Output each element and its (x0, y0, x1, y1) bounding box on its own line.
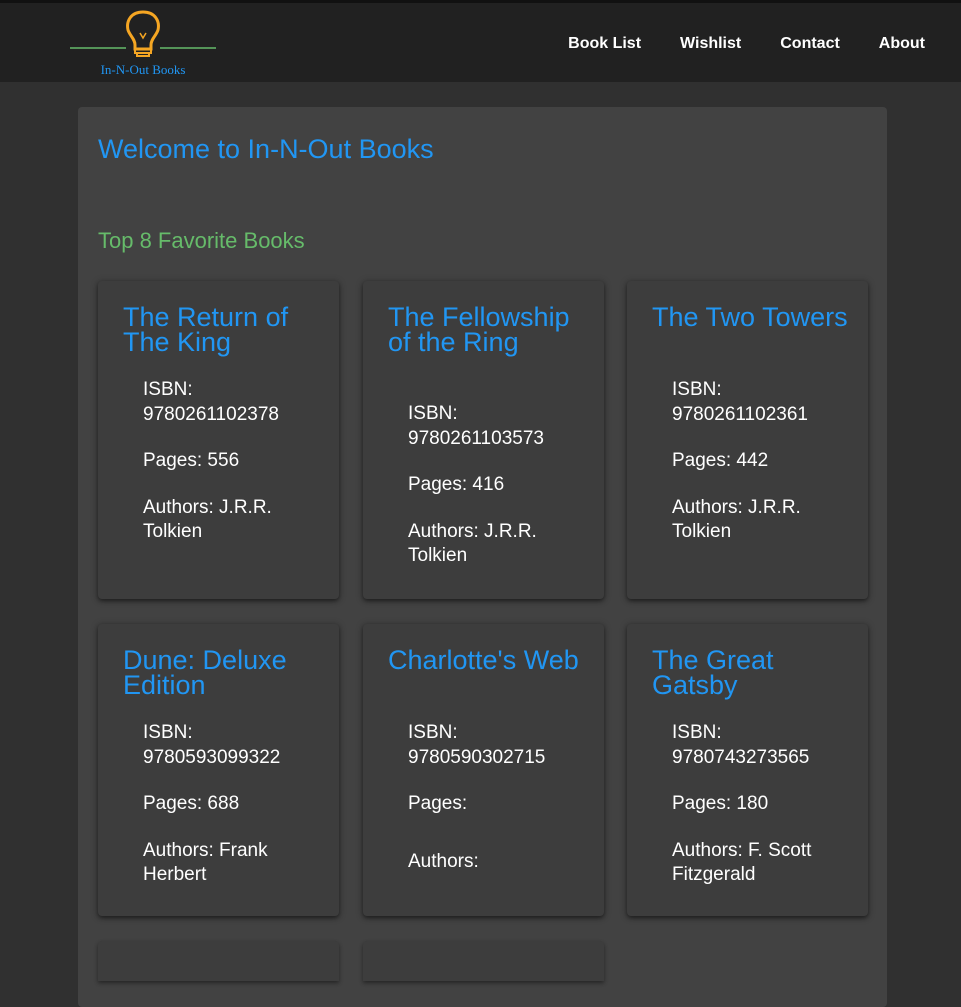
book-card[interactable] (98, 941, 339, 981)
book-card[interactable]: Charlotte's Web ISBN: 9780590302715 Page… (363, 624, 604, 916)
book-pages: Pages: (408, 793, 468, 814)
book-title: Charlotte's Web (388, 645, 579, 675)
book-pages: Pages: 180 (672, 793, 769, 814)
nav-about[interactable]: About (879, 35, 925, 53)
book-card[interactable]: The Return of The King ISBN: 97802611023… (98, 281, 339, 599)
book-isbn: ISBN: 9780743273565 (672, 722, 810, 768)
book-pages: Pages: 416 (408, 474, 505, 495)
book-details: ISBN: 9780261103573 Pages: 416 Authors: … (408, 402, 578, 591)
book-authors: Authors: J.R.R. Tolkien (672, 496, 801, 543)
book-isbn: ISBN: 9780590302715 (408, 722, 546, 768)
book-authors: Authors: J.R.R. Tolkien (408, 520, 537, 567)
book-card[interactable]: Dune: Deluxe Edition ISBN: 9780593099322… (98, 624, 339, 916)
nav-contact[interactable]: Contact (780, 35, 840, 53)
book-title: The Two Towers (652, 302, 848, 332)
book-card[interactable] (363, 941, 604, 981)
book-pages: Pages: 442 (672, 450, 769, 471)
nav-book-list[interactable]: Book List (568, 35, 641, 53)
site-logo[interactable]: In-N-Out Books (68, 8, 218, 78)
book-title: The Return of The King (123, 302, 289, 357)
book-card[interactable]: The Great Gatsby ISBN: 9780743273565 Pag… (627, 624, 868, 916)
book-card[interactable]: The Fellowship of the Ring ISBN: 9780261… (363, 281, 604, 599)
book-authors: Authors: Frank Herbert (143, 839, 268, 886)
book-details: ISBN: 9780261102361 Pages: 442 Authors: … (672, 378, 842, 567)
book-isbn: ISBN: 9780261102361 (672, 379, 808, 425)
book-authors: Authors: J.R.R. Tolkien (143, 496, 272, 543)
book-card[interactable]: The Two Towers ISBN: 9780261102361 Pages… (627, 281, 868, 599)
book-details: ISBN: 9780593099322 Pages: 688 Authors: … (143, 721, 313, 910)
book-details: ISBN: 9780590302715 Pages: Authors: (408, 721, 578, 896)
book-title: The Great Gatsby (652, 645, 774, 700)
lightbulb-icon (70, 10, 216, 57)
book-isbn: ISBN: 9780593099322 (143, 722, 281, 768)
home-card: Welcome to In-N-Out Books Top 8 Favorite… (78, 107, 887, 1007)
book-pages: Pages: 556 (143, 450, 240, 471)
book-authors: Authors: F. Scott Fitzgerald (672, 839, 812, 886)
book-title: The Fellowship of the Ring (388, 302, 570, 357)
book-pages: Pages: 688 (143, 793, 240, 814)
top-app-bar: In-N-Out Books Book List Wishlist Contac… (0, 0, 961, 82)
book-title: Dune: Deluxe Edition (123, 645, 287, 700)
book-authors: Authors: (408, 850, 479, 872)
main-nav: Book List Wishlist Contact About (568, 35, 925, 53)
book-isbn: ISBN: 9780261103573 (408, 403, 544, 449)
book-isbn: ISBN: 9780261102378 (143, 379, 279, 425)
logo-text: In-N-Out Books (100, 62, 186, 77)
book-details: ISBN: 9780261102378 Pages: 556 Authors: … (143, 378, 313, 567)
page-title: Welcome to In-N-Out Books (98, 134, 434, 164)
book-details: ISBN: 9780743273565 Pages: 180 Authors: … (672, 721, 842, 910)
section-subtitle: Top 8 Favorite Books (98, 228, 305, 253)
nav-wishlist[interactable]: Wishlist (680, 35, 741, 53)
